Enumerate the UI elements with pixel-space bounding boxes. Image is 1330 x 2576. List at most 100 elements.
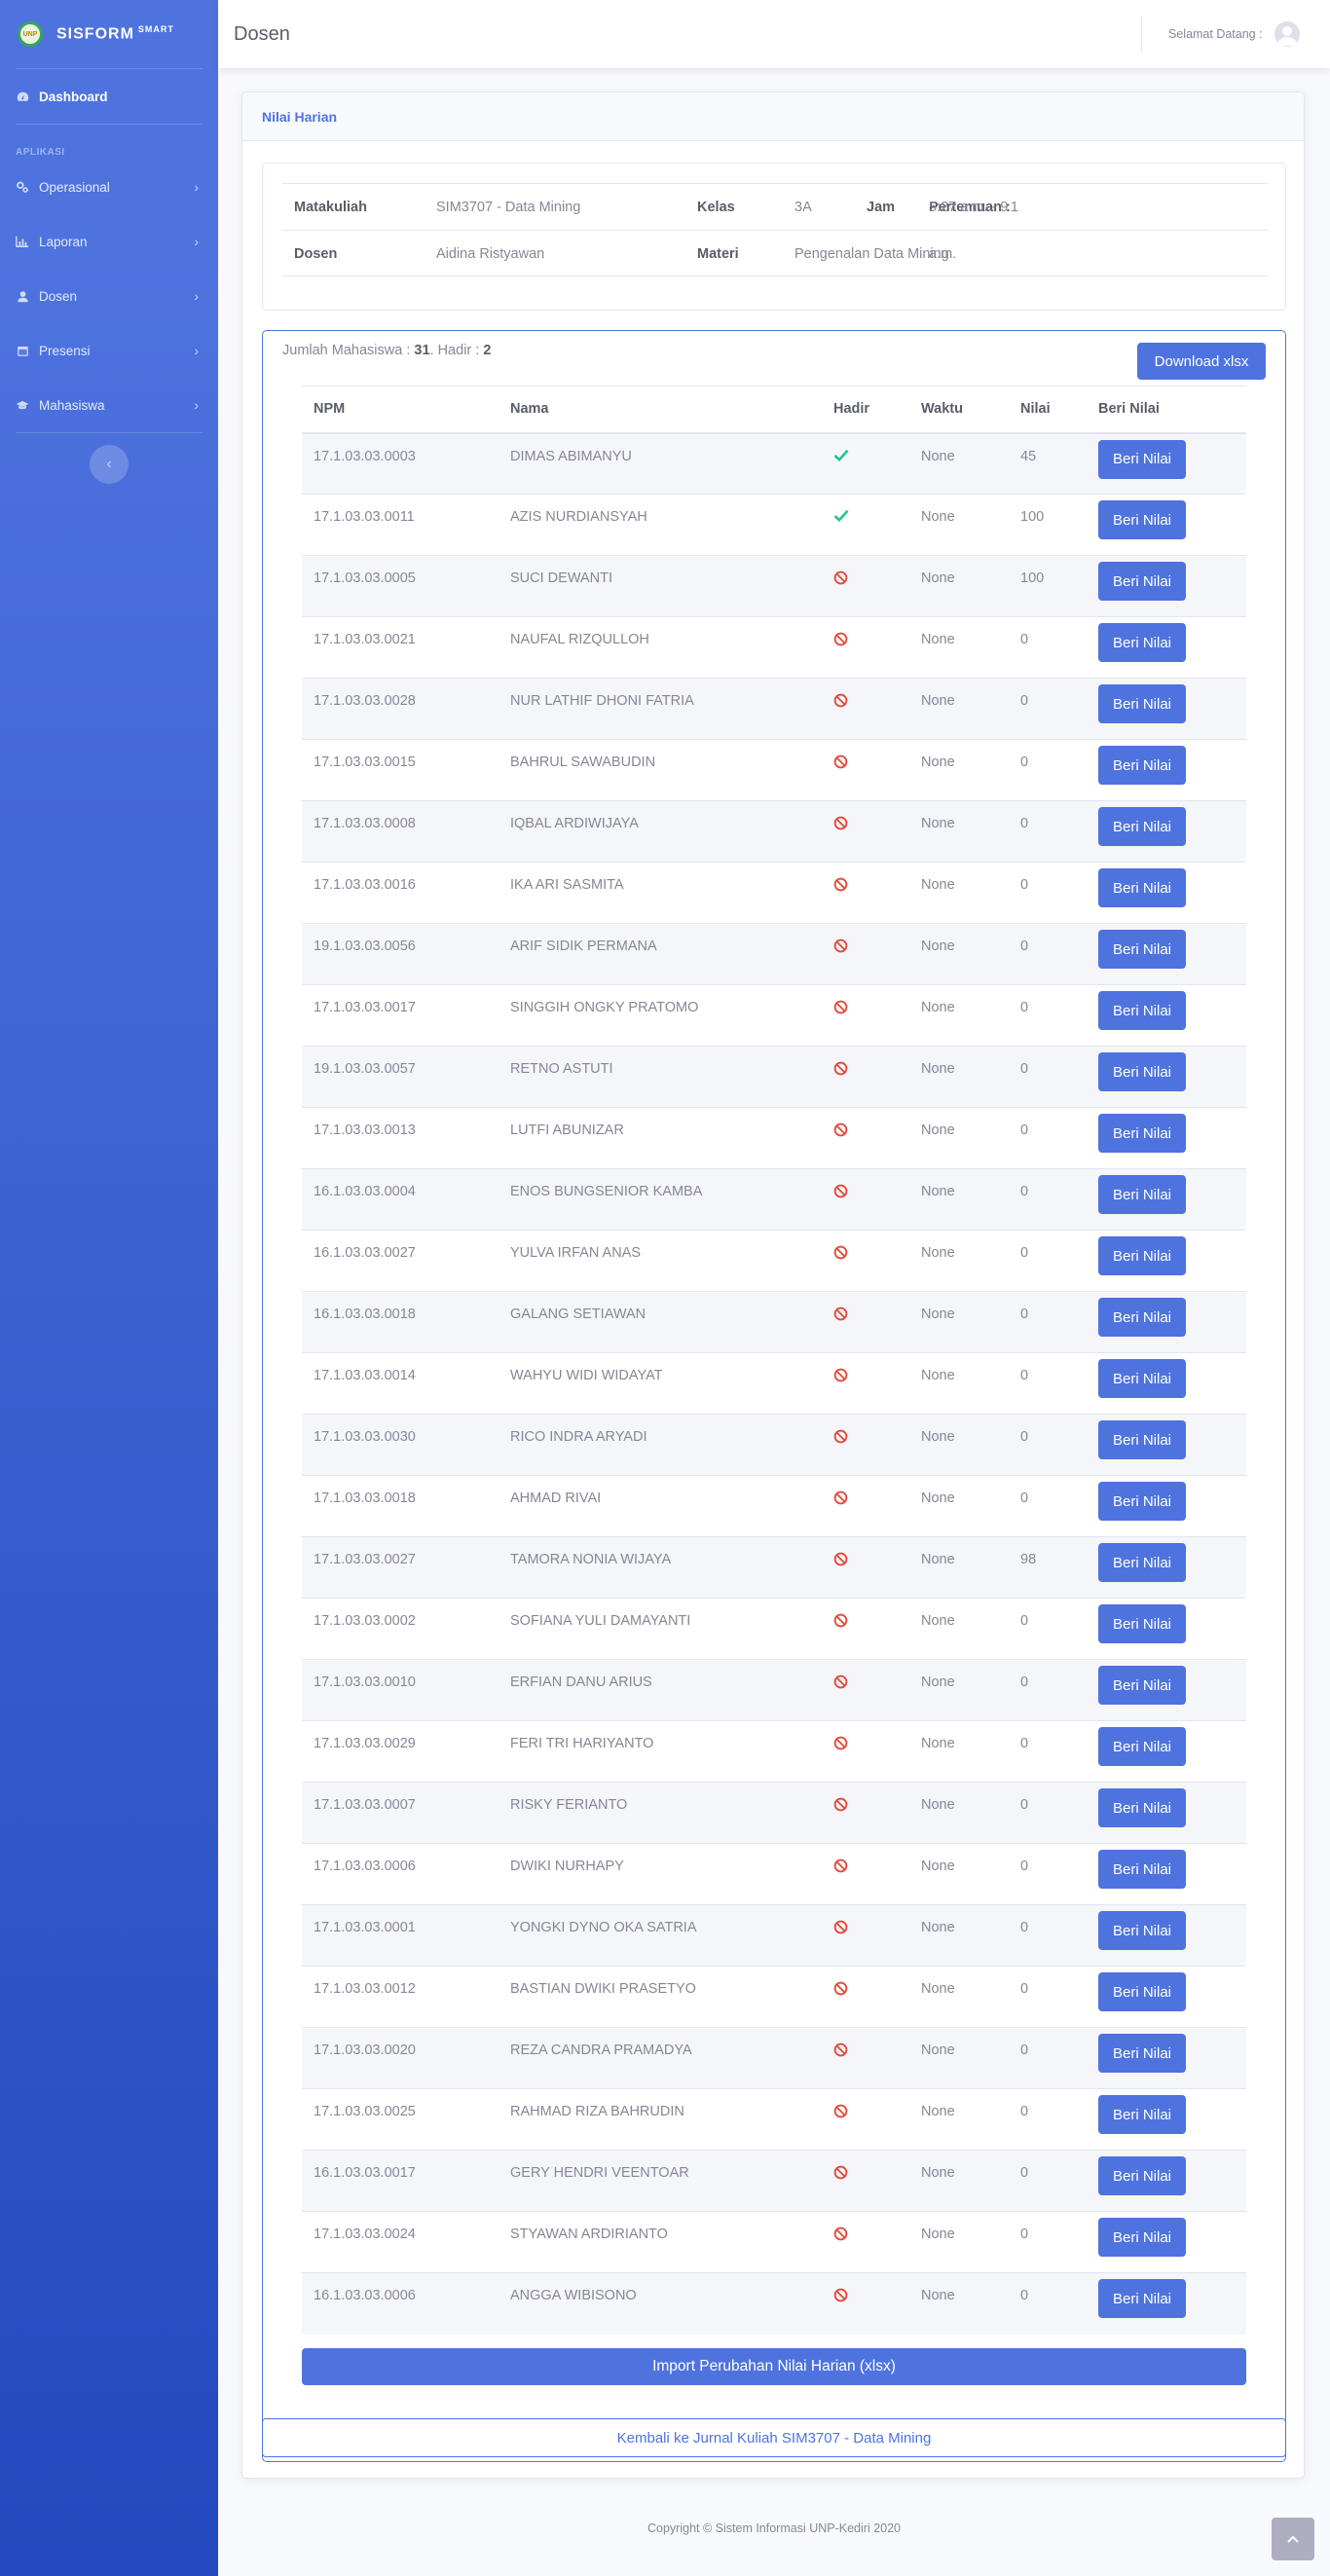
npm-cell: 17.1.03.03.0013 [302, 1107, 499, 1169]
sidebar-item-laporan[interactable]: Laporan › [0, 214, 218, 269]
beri-nilai-button[interactable]: Beri Nilai [1098, 2218, 1186, 2257]
materi-label: Materi [697, 246, 739, 262]
beri-nilai-button[interactable]: Beri Nilai [1098, 1604, 1186, 1643]
brand[interactable]: UNP SISFORM SMART [0, 0, 218, 68]
beri-nilai-button[interactable]: Beri Nilai [1098, 1420, 1186, 1459]
nama-cell: GERY HENDRI VEENTOAR [499, 2150, 822, 2212]
logo-icon: UNP [18, 21, 43, 47]
scroll-to-top-button[interactable] [1272, 2518, 1314, 2560]
waktu-cell: None [909, 432, 1009, 495]
sidebar-item-mahasiswa[interactable]: Mahasiswa › [0, 378, 218, 432]
sidebar-item-operasional[interactable]: Operasional › [0, 160, 218, 214]
beri-nilai-button[interactable]: Beri Nilai [1098, 1482, 1186, 1521]
sidebar-item-dashboard[interactable]: Dashboard [0, 69, 218, 124]
npm-cell: 17.1.03.03.0024 [302, 2211, 499, 2273]
beri-nilai-button[interactable]: Beri Nilai [1098, 2034, 1186, 2073]
beri-nilai-button[interactable]: Beri Nilai [1098, 1114, 1186, 1153]
beri-nilai-cell: Beri Nilai [1087, 2088, 1246, 2151]
chevron-up-icon [1287, 2535, 1299, 2543]
nilai-cell: 0 [1009, 1352, 1087, 1415]
beri-nilai-button[interactable]: Beri Nilai [1098, 1052, 1186, 1091]
table-row: 17.1.03.03.0018 AHMAD RIVAI None 0 Beri Nila… [302, 1475, 1246, 1537]
npm-cell: 17.1.03.03.0028 [302, 678, 499, 740]
beri-nilai-cell: Beri Nilai [1087, 1046, 1246, 1108]
table-row: 17.1.03.03.0005 SUCI DEWANTI None 100 Beri N… [302, 555, 1246, 617]
waktu-cell: None [909, 1414, 1009, 1476]
beri-nilai-button[interactable]: Beri Nilai [1098, 1911, 1186, 1950]
beri-nilai-button[interactable]: Beri Nilai [1098, 1236, 1186, 1275]
nama-cell: BASTIAN DWIKI PRASETYO [499, 1966, 822, 2028]
import-xlsx-button[interactable]: Import Perubahan Nilai Harian (xlsx) [302, 2348, 1246, 2385]
sidebar-item-dosen[interactable]: Dosen › [0, 269, 218, 323]
chevron-right-icon: › [194, 397, 199, 413]
beri-nilai-button[interactable]: Beri Nilai [1098, 1543, 1186, 1582]
beri-nilai-button[interactable]: Beri Nilai [1098, 930, 1186, 969]
beri-nilai-button[interactable]: Beri Nilai [1098, 439, 1186, 479]
nama-cell: RETNO ASTUTI [499, 1046, 822, 1108]
beri-nilai-button[interactable]: Beri Nilai [1098, 1175, 1186, 1214]
nilai-cell: 0 [1009, 800, 1087, 863]
beri-nilai-cell: Beri Nilai [1087, 1720, 1246, 1783]
table-row: 17.1.03.03.0017 SINGGIH ONGKY PRATOMO None… [302, 984, 1246, 1047]
beri-nilai-button[interactable]: Beri Nilai [1098, 623, 1186, 662]
sidebar-item-presensi[interactable]: Presensi › [0, 323, 218, 378]
nilai-table-box: Jumlah Mahasiswa : 31. Hadir : 2 Downloa… [262, 330, 1286, 2462]
back-to-journal-button[interactable]: Kembali ke Jurnal Kuliah SIM3707 - Data … [262, 2418, 1286, 2457]
beri-nilai-button[interactable]: Beri Nilai [1098, 1972, 1186, 2011]
npm-cell: 17.1.03.03.0003 [302, 432, 499, 495]
beri-nilai-button[interactable]: Beri Nilai [1098, 1727, 1186, 1766]
beri-nilai-cell: Beri Nilai [1087, 1230, 1246, 1292]
nama-cell: NAUFAL RIZQULLOH [499, 616, 822, 679]
sidebar-item-label: Presensi [39, 343, 91, 358]
beri-nilai-cell: Beri Nilai [1087, 1843, 1246, 1905]
ban-icon [833, 1429, 848, 1448]
beri-nilai-button[interactable]: Beri Nilai [1098, 684, 1186, 723]
beri-nilai-button[interactable]: Beri Nilai [1098, 2156, 1186, 2195]
download-xlsx-button[interactable]: Download xlsx [1137, 343, 1266, 380]
nama-cell: SOFIANA YULI DAMAYANTI [499, 1598, 822, 1660]
table-row: 16.1.03.03.0006 ANGGA WIBISONO None 0 Beri N… [302, 2272, 1246, 2335]
beri-nilai-button[interactable]: Beri Nilai [1098, 2095, 1186, 2134]
chart-icon [16, 235, 29, 248]
beri-nilai-button[interactable]: Beri Nilai [1098, 991, 1186, 1030]
hadir-cell [822, 2211, 909, 2273]
cogs-icon [16, 180, 29, 194]
beri-nilai-cell: Beri Nilai [1087, 1168, 1246, 1231]
sidebar-item-label: Dosen [39, 288, 78, 304]
hadir-cell [822, 1475, 909, 1537]
beri-nilai-cell: Beri Nilai [1087, 555, 1246, 617]
npm-cell: 16.1.03.03.0004 [302, 1168, 499, 1231]
beri-nilai-button[interactable]: Beri Nilai [1098, 1666, 1186, 1705]
beri-nilai-button[interactable]: Beri Nilai [1098, 807, 1186, 846]
nama-cell: GALANG SETIAWAN [499, 1291, 822, 1353]
npm-cell: 17.1.03.03.0005 [302, 555, 499, 617]
hadir-cell [822, 739, 909, 801]
beri-nilai-button[interactable]: Beri Nilai [1098, 1788, 1186, 1827]
ban-icon [833, 1368, 848, 1386]
beri-nilai-button[interactable]: Beri Nilai [1098, 1850, 1186, 1889]
beri-nilai-cell: Beri Nilai [1087, 1352, 1246, 1415]
waktu-cell: None [909, 923, 1009, 985]
ban-icon [833, 1552, 848, 1570]
sidebar-toggle-button[interactable]: ‹ [90, 445, 129, 484]
beri-nilai-button[interactable]: Beri Nilai [1098, 500, 1186, 539]
table-row: 19.1.03.03.0057 RETNO ASTUTI None 0 Beri Nil… [302, 1046, 1246, 1108]
nilai-cell: 0 [1009, 2027, 1087, 2089]
nilai-cell: 0 [1009, 1659, 1087, 1721]
hadir-cell [822, 984, 909, 1047]
beri-nilai-button[interactable]: Beri Nilai [1098, 2279, 1186, 2318]
hadir-cell [822, 1168, 909, 1231]
beri-nilai-button[interactable]: Beri Nilai [1098, 746, 1186, 785]
beri-nilai-button[interactable]: Beri Nilai [1098, 562, 1186, 601]
ban-icon [833, 1858, 848, 1877]
avatar[interactable] [1275, 21, 1300, 47]
beri-nilai-button[interactable]: Beri Nilai [1098, 1359, 1186, 1398]
npm-cell: 17.1.03.03.0006 [302, 1843, 499, 1905]
beri-nilai-button[interactable]: Beri Nilai [1098, 868, 1186, 907]
beri-nilai-button[interactable]: Beri Nilai [1098, 1298, 1186, 1337]
npm-cell: 16.1.03.03.0018 [302, 1291, 499, 1353]
beri-nilai-cell: Beri Nilai [1087, 2027, 1246, 2089]
check-icon [833, 449, 849, 465]
nama-cell: WAHYU WIDI WIDAYAT [499, 1352, 822, 1415]
ban-icon [833, 1122, 848, 1141]
